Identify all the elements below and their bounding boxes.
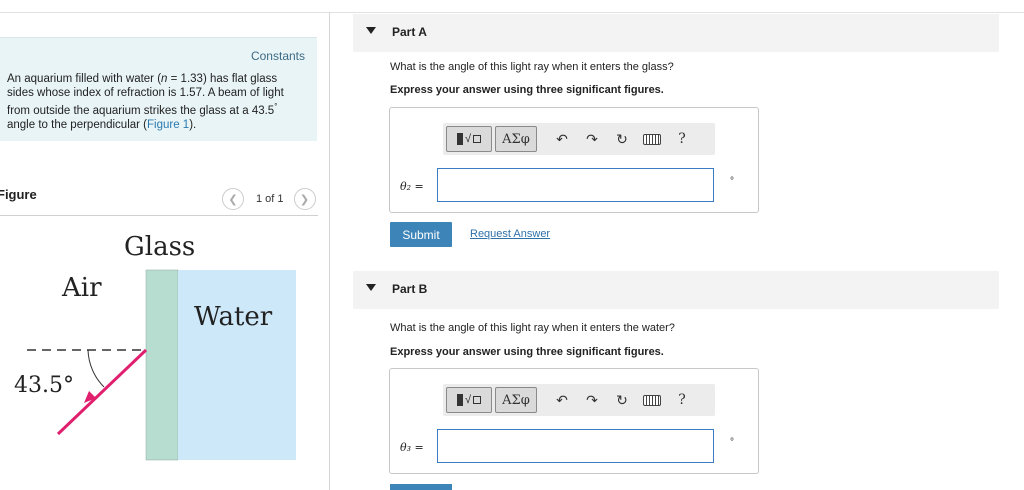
keyboard-icon[interactable] [637,387,667,413]
theta2-input[interactable] [437,168,714,202]
redo-icon[interactable]: ↷ [577,126,607,152]
figure-pager: ❮ 1 of 1 ❯ [222,188,316,210]
templates-button[interactable]: √ [446,126,492,152]
submit-button[interactable] [390,484,452,490]
degree-unit: ° [730,437,734,448]
top-border [0,12,1024,13]
part-a-answer-box: √ ΑΣφ ↶ ↷ ↻ ? θ₂ = ° [389,107,759,213]
greek-symbols-button[interactable]: ΑΣφ [495,387,537,413]
collapse-caret-icon[interactable] [366,27,376,34]
theta2-label: θ₂ = [400,180,424,193]
templates-button[interactable]: √ [446,387,492,413]
part-a-instruction: Express your answer using three signific… [390,84,664,96]
chevron-right-icon[interactable]: ❯ [293,188,316,210]
angle-label: 43.5° [14,373,74,398]
glass-label: Glass [124,232,195,262]
pager-text: 1 of 1 [256,193,284,205]
glass-slab [145,269,179,461]
keyboard-icon[interactable] [637,126,667,152]
constants-link[interactable]: Constants [251,49,305,63]
redo-icon[interactable]: ↷ [577,387,607,413]
greek-symbols-button[interactable]: ΑΣφ [495,126,537,152]
angle-arc [87,349,105,388]
air-label: Air [61,273,102,303]
refraction-figure: Glass Air Water 43.5° [14,232,296,461]
water-region [178,270,296,460]
figure-title: Figure [0,187,37,202]
math-toolbar: √ ΑΣφ ↶ ↷ ↻ ? [443,123,715,155]
collapse-caret-icon[interactable] [366,284,376,291]
reset-icon[interactable]: ↻ [607,126,637,152]
theta3-input[interactable] [437,429,714,463]
help-icon[interactable]: ? [667,126,697,152]
part-b-answer-box: √ ΑΣφ ↶ ↷ ↻ ? θ₃ = ° [389,368,759,474]
part-a-question: What is the angle of this light ray when… [390,61,674,73]
chevron-left-icon[interactable]: ❮ [222,188,244,210]
part-b-header[interactable]: Part B [353,271,999,309]
part-b-question: What is the angle of this light ray when… [390,322,675,334]
column-divider [329,12,330,490]
math-toolbar: √ ΑΣφ ↶ ↷ ↻ ? [443,384,715,416]
degree-unit: ° [730,176,734,187]
problem-statement: Constants An aquarium filled with water … [0,37,317,141]
part-a-header[interactable]: Part A [353,14,999,52]
submit-button[interactable]: Submit [390,222,452,247]
figure-header: Figure ❮ 1 of 1 ❯ [0,186,318,216]
undo-icon[interactable]: ↶ [547,387,577,413]
help-icon[interactable]: ? [667,387,697,413]
water-label: Water [194,302,273,332]
reset-icon[interactable]: ↻ [607,387,637,413]
request-answer-link[interactable]: Request Answer [470,228,550,240]
problem-text: An aquarium filled with water (n = 1.33)… [7,73,284,131]
undo-icon[interactable]: ↶ [547,126,577,152]
theta3-label: θ₃ = [400,441,424,454]
part-b-instruction: Express your answer using three signific… [390,346,664,358]
figure-link[interactable]: Figure 1 [147,119,189,131]
part-b-title: Part B [392,282,428,296]
part-a-title: Part A [392,25,427,39]
